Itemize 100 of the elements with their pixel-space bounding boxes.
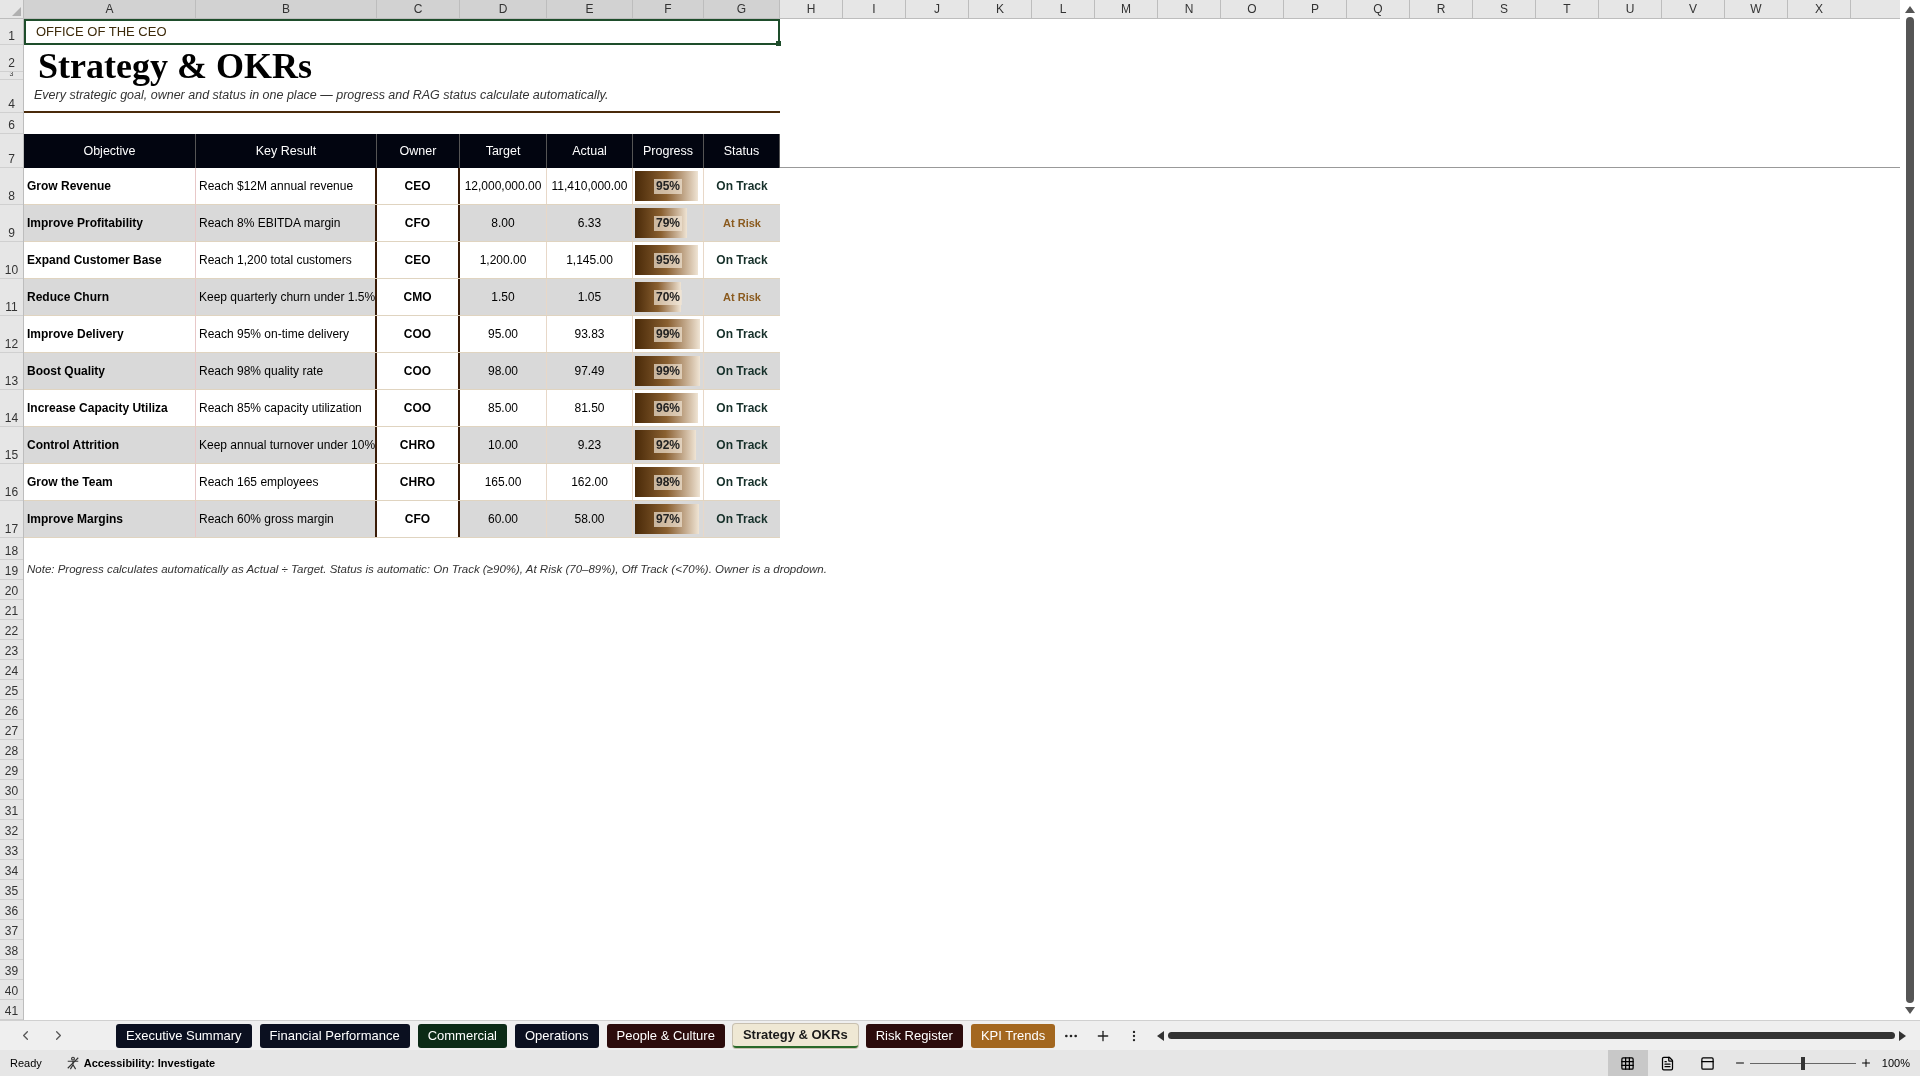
column-header[interactable]: B <box>196 0 377 18</box>
actual-cell: 1.05 <box>547 279 633 315</box>
zoom-in-icon[interactable] <box>1859 1057 1872 1069</box>
row-number[interactable]: 34 <box>4 865 19 879</box>
zoom-slider-thumb[interactable] <box>1800 1056 1805 1070</box>
column-header[interactable]: F <box>633 0 704 18</box>
row-number[interactable]: 11 <box>5 301 18 315</box>
column-header[interactable]: G <box>704 0 780 18</box>
row-number[interactable]: 12 <box>4 338 19 352</box>
scrollbar-thumb[interactable] <box>1906 17 1914 1003</box>
owner-cell[interactable]: CFO <box>377 205 460 241</box>
scroll-right-icon[interactable] <box>1899 1030 1906 1041</box>
accessibility-status[interactable]: Accessibility: Investigate <box>83 1054 216 1072</box>
column-header[interactable]: Q <box>1347 0 1410 18</box>
owner-cell[interactable]: CMO <box>377 279 460 315</box>
row-number[interactable]: 41 <box>4 1005 19 1019</box>
column-header[interactable]: K <box>969 0 1032 18</box>
row-number[interactable]: 4 <box>8 98 15 112</box>
column-header[interactable]: N <box>1158 0 1221 18</box>
normal-view-button[interactable] <box>1607 1050 1648 1076</box>
row-number[interactable]: 31 <box>4 805 19 819</box>
row-number[interactable]: 1 <box>8 30 15 44</box>
column-header[interactable]: I <box>843 0 906 18</box>
row-number[interactable]: 32 <box>4 825 19 839</box>
target-cell: 12,000,000.00 <box>460 168 547 204</box>
selected-cell[interactable]: OFFICE OF THE CEO <box>24 19 780 45</box>
row-number[interactable]: 6 <box>8 119 15 133</box>
actual-cell: 9.23 <box>547 427 633 463</box>
sheet-tab[interactable]: Executive Summary <box>116 1023 252 1048</box>
row-number[interactable]: 38 <box>4 945 19 959</box>
row-number[interactable]: 16 <box>4 486 19 500</box>
status-cell-text: On Track <box>715 400 769 417</box>
row-number[interactable]: 27 <box>4 725 19 739</box>
row-number[interactable]: 35 <box>4 885 19 899</box>
column-header[interactable]: L <box>1032 0 1095 18</box>
row-number[interactable]: 20 <box>4 585 19 599</box>
target-cell: 8.00 <box>460 205 547 241</box>
column-header[interactable]: A <box>24 0 196 18</box>
row-number[interactable]: 15 <box>4 449 19 463</box>
row-number[interactable]: 26 <box>4 705 19 719</box>
horizontal-scrollbar-thumb[interactable] <box>1168 1032 1895 1039</box>
owner-cell[interactable]: COO <box>377 353 460 389</box>
target-cell: 10.00 <box>460 427 547 463</box>
page-icon <box>1660 1055 1676 1071</box>
sheet-tab[interactable]: KPI Trends <box>970 1023 1056 1048</box>
column-header[interactable]: X <box>1788 0 1851 18</box>
objective-cell: Boost Quality <box>24 353 196 389</box>
row-number[interactable]: 22 <box>4 625 19 639</box>
row-number[interactable]: 10 <box>4 264 19 278</box>
owner-cell[interactable]: CHRO <box>377 427 460 463</box>
row-number[interactable]: 17 <box>4 523 19 537</box>
column-header[interactable]: S <box>1473 0 1536 18</box>
column-header[interactable]: C <box>377 0 460 18</box>
column-header[interactable]: M <box>1095 0 1158 18</box>
row-number[interactable]: 36 <box>4 905 19 919</box>
column-header[interactable]: P <box>1284 0 1347 18</box>
row-number[interactable]: 23 <box>4 645 19 659</box>
owner-cell[interactable]: CFO <box>377 501 460 537</box>
column-header[interactable]: D <box>460 0 547 18</box>
row-number[interactable]: 14 <box>4 412 19 426</box>
row-number[interactable]: 25 <box>4 685 19 699</box>
sheet-tab[interactable]: Operations <box>515 1023 599 1048</box>
column-header[interactable]: E <box>547 0 633 18</box>
sheet-tab[interactable]: Risk Register <box>865 1023 963 1048</box>
column-header[interactable]: R <box>1410 0 1473 18</box>
column-header[interactable]: U <box>1599 0 1662 18</box>
zoom-level[interactable]: 100% <box>1881 1054 1910 1072</box>
column-header[interactable]: H <box>780 0 843 18</box>
row-number[interactable]: 40 <box>4 985 19 999</box>
actual-cell: 1,145.00 <box>547 242 633 278</box>
row-number[interactable]: 21 <box>4 605 19 619</box>
row-number[interactable]: 29 <box>4 765 19 779</box>
actual-cell: 162.00 <box>547 464 633 500</box>
row-number[interactable]: 37 <box>4 925 19 939</box>
row-number[interactable]: 39 <box>4 965 19 979</box>
row-number[interactable]: 33 <box>4 845 19 859</box>
column-header[interactable]: J <box>906 0 969 18</box>
row-number[interactable]: 13 <box>4 375 19 389</box>
column-header[interactable]: V <box>1662 0 1725 18</box>
target-cell: 98.00 <box>460 353 547 389</box>
row-number[interactable]: 28 <box>4 745 19 759</box>
kicker-text: OFFICE OF THE CEO <box>36 23 167 42</box>
actual-cell: 93.83 <box>547 316 633 352</box>
row-number[interactable]: 18 <box>4 545 19 559</box>
row-number[interactable]: 30 <box>4 785 19 799</box>
sheet-tab[interactable]: Commercial <box>417 1023 507 1048</box>
column-header[interactable]: W <box>1725 0 1788 18</box>
row-number[interactable]: 24 <box>4 665 19 679</box>
row-number[interactable]: 7 <box>8 153 15 167</box>
row-number[interactable]: 9 <box>8 227 15 241</box>
sheet-tab[interactable]: Financial Performance <box>259 1023 410 1048</box>
accessibility-icon[interactable] <box>65 1056 80 1070</box>
sheet-tab[interactable]: People & Culture <box>606 1023 725 1048</box>
row-number[interactable]: 19 <box>4 565 19 579</box>
row-number[interactable]: 8 <box>8 190 15 204</box>
column-header[interactable]: O <box>1221 0 1284 18</box>
row-number[interactable]: 2 <box>8 57 15 71</box>
column-header[interactable]: T <box>1536 0 1599 18</box>
subtitle-text: Every strategic goal, owner and status in one place — progress and RAG status calculate automatically. <box>34 87 609 105</box>
sheet-tab[interactable]: Strategy & OKRs <box>732 1023 858 1048</box>
